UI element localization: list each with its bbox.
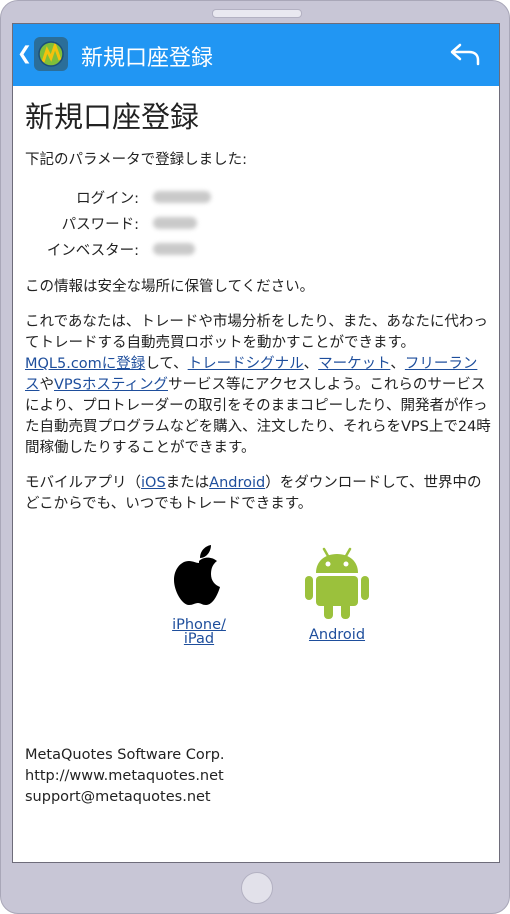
home-button[interactable] [241,872,273,904]
iphone-store-link[interactable]: iPhone/ iPad [149,543,249,647]
footer-company: MetaQuotes Software Corp. [25,747,225,763]
services-text-2: して、 [145,356,188,372]
app-bar: ❮ 新規口座登録 [13,24,499,86]
android-robot-icon [305,547,369,619]
password-label: パスワード: [61,217,139,233]
mobile-apps-paragraph: モバイルアプリ（iOSまたはAndroid）をダウンロードして、世界中のどこから… [25,473,491,515]
mobile-text-2: または [165,475,210,491]
services-text-4: 、 [390,356,405,372]
trade-signals-link[interactable]: トレードシグナル [188,356,304,372]
services-text-5: や [39,377,55,393]
services-text-1: これであなたは、トレードや市場分析をしたり、また、あなたに代わってトレードする自… [25,314,488,351]
credential-row-investor: インベスター: [25,235,491,261]
login-value-blurred [153,191,211,203]
market-link[interactable]: マーケット [318,356,390,372]
mql5-register-link[interactable]: MQL5.comに登録 [25,356,145,372]
app-bar-title: 新規口座登録 [81,46,214,71]
device-frame: ❮ 新規口座登録 新規口座登録 下記のパラメータで登録しました: ログイン: パ… [0,0,510,914]
footer-email: support@metaquotes.net [25,789,211,805]
android-store-link[interactable]: Android [287,543,387,643]
mobile-text-1: モバイルアプリ（ [25,475,141,491]
back-chevron-icon[interactable]: ❮ [17,43,32,64]
screen: ❮ 新規口座登録 新規口座登録 下記のパラメータで登録しました: ログイン: パ… [12,23,500,863]
login-label: ログイン: [76,191,139,207]
apple-icon [174,545,220,605]
ios-link[interactable]: iOS [141,475,166,491]
android-link[interactable]: Android [209,475,265,491]
services-text-3: 、 [303,356,319,372]
password-value-blurred [153,217,197,229]
footer-url: http://www.metaquotes.net [25,768,224,784]
investor-label: インベスター: [46,243,139,259]
device-speaker [212,9,302,18]
iphone-label-line2[interactable]: iPad [149,631,249,647]
investor-value-blurred [153,243,195,255]
credential-row-login: ログイン: [25,183,491,209]
footer: MetaQuotes Software Corp. http://www.met… [25,745,491,808]
intro-text: 下記のパラメータで登録しました: [25,152,247,168]
app-store-links: iPhone/ iPad Android [25,543,491,713]
credential-row-password: パスワード: [25,209,491,235]
content: 新規口座登録 下記のパラメータで登録しました: ログイン: パスワード: インベ… [25,94,491,808]
page-title: 新規口座登録 [25,100,200,134]
safe-notice: この情報は安全な場所に保管してください。 [25,279,315,295]
metatrader-logo-icon [34,37,68,71]
vps-hosting-link[interactable]: VPSホスティング [54,377,168,393]
android-label[interactable]: Android [287,627,387,643]
services-paragraph: これであなたは、トレードや市場分析をしたり、また、あなたに代わってトレードする自… [25,312,491,459]
return-arrow-icon[interactable] [449,40,481,68]
